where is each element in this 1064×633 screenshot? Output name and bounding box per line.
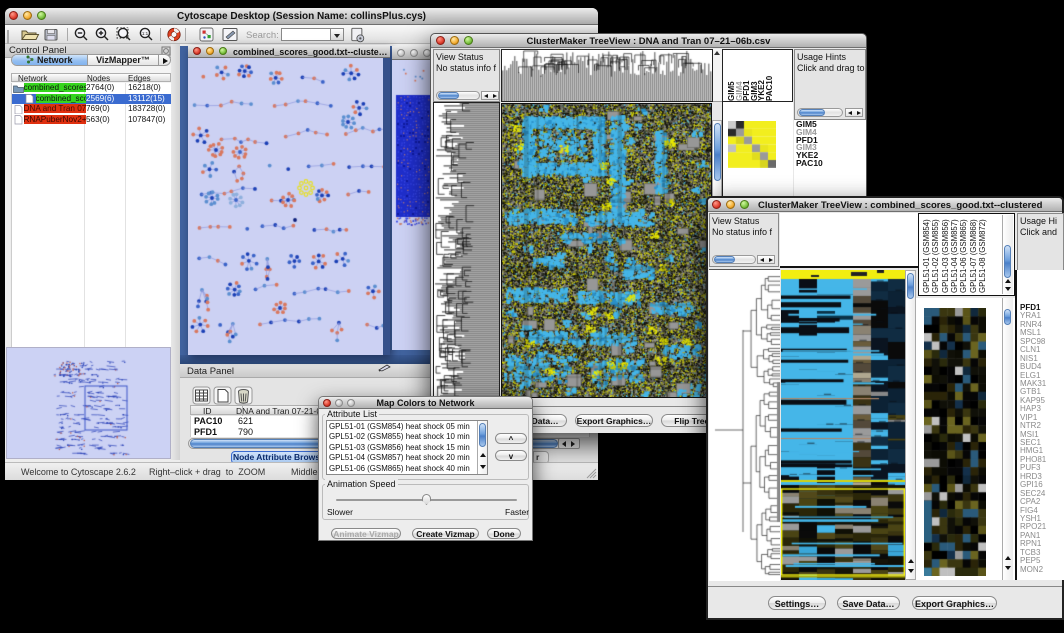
svg-text:1:1: 1:1 bbox=[142, 31, 149, 36]
